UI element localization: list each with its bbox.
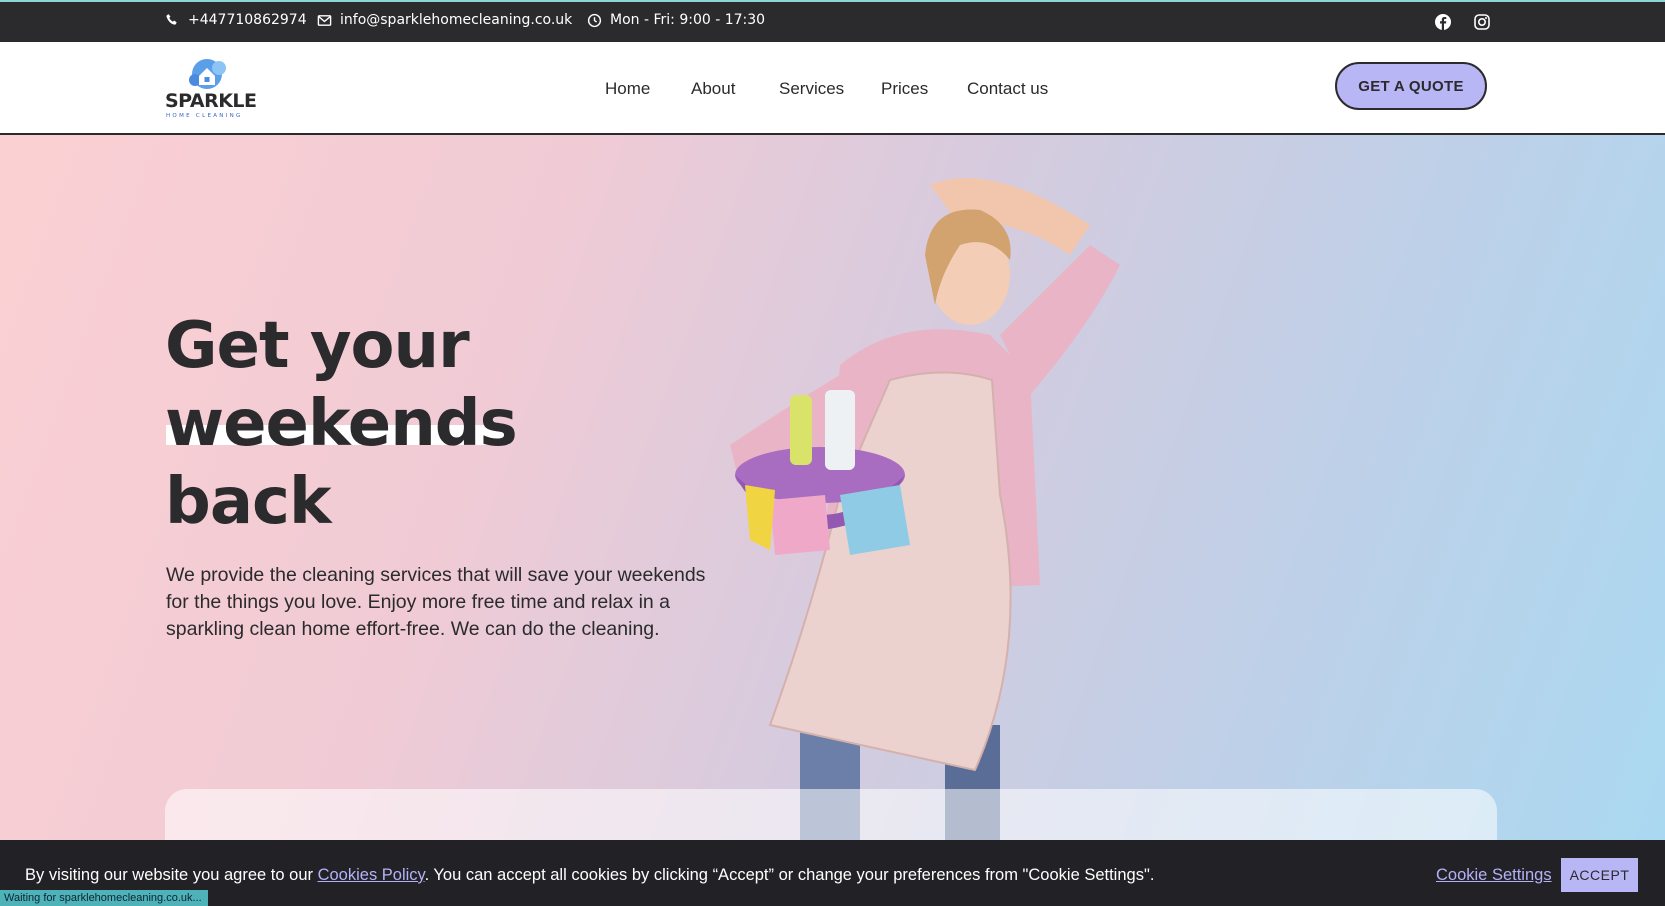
top-contact-bar: +447710862974 info@sparklehomecleaning.c… — [0, 0, 1665, 42]
nav-prices[interactable]: Prices — [881, 79, 928, 99]
cookie-text-after: . You can accept all cookies by clicking… — [424, 866, 1155, 884]
hours-text: Mon - Fri: 9:00 - 17:30 — [610, 12, 766, 28]
nav-services[interactable]: Services — [779, 79, 844, 99]
hero-headline: Get your weekends back — [165, 307, 518, 541]
get-quote-button[interactable]: GET A QUOTE — [1335, 62, 1487, 110]
opening-hours: Mon - Fri: 9:00 - 17:30 — [587, 12, 765, 28]
email-contact[interactable]: info@sparklehomecleaning.co.uk — [317, 12, 572, 28]
logo-wordmark: SPARKLE — [165, 90, 257, 112]
cookie-text-before: By visiting our website you agree to our — [25, 866, 318, 884]
hero-description: We provide the cleaning services that wi… — [166, 564, 706, 640]
headline-line-2: weekends — [165, 387, 518, 461]
email-address: info@sparklehomecleaning.co.uk — [340, 12, 573, 28]
accept-cookies-button[interactable]: ACCEPT — [1561, 858, 1638, 892]
sparkle-logo[interactable]: SPARKLE HOME CLEANING — [165, 56, 257, 120]
cookie-settings-link[interactable]: Cookie Settings — [1436, 866, 1552, 885]
instagram-icon[interactable] — [1473, 13, 1491, 31]
phone-contact[interactable]: +447710862974 — [165, 12, 307, 28]
cookie-banner: By visiting our website you agree to our… — [0, 840, 1665, 906]
logo-tagline: HOME CLEANING — [166, 113, 243, 119]
nav-contact[interactable]: Contact us — [967, 79, 1048, 99]
headline-line-1: Get your — [165, 309, 470, 383]
facebook-icon[interactable] — [1434, 13, 1452, 31]
clock-icon — [587, 13, 602, 27]
nav-about[interactable]: About — [691, 79, 735, 99]
cookie-policy-link[interactable]: Cookies Policy — [318, 866, 425, 884]
phone-number: +447710862974 — [188, 12, 307, 28]
site-header: SPARKLE HOME CLEANING Home About Service… — [0, 42, 1665, 135]
headline-line-3: back — [165, 465, 331, 539]
nav-home[interactable]: Home — [605, 79, 650, 99]
hero-section: Get your weekends back We provide the cl… — [0, 135, 1665, 906]
house-bubble-icon — [189, 59, 226, 89]
browser-status-bar: Waiting for sparklehomecleaning.co.uk... — [0, 890, 208, 906]
cookie-message: By visiting our website you agree to our… — [25, 866, 1154, 885]
phone-icon — [166, 13, 177, 25]
envelope-icon — [317, 14, 332, 26]
